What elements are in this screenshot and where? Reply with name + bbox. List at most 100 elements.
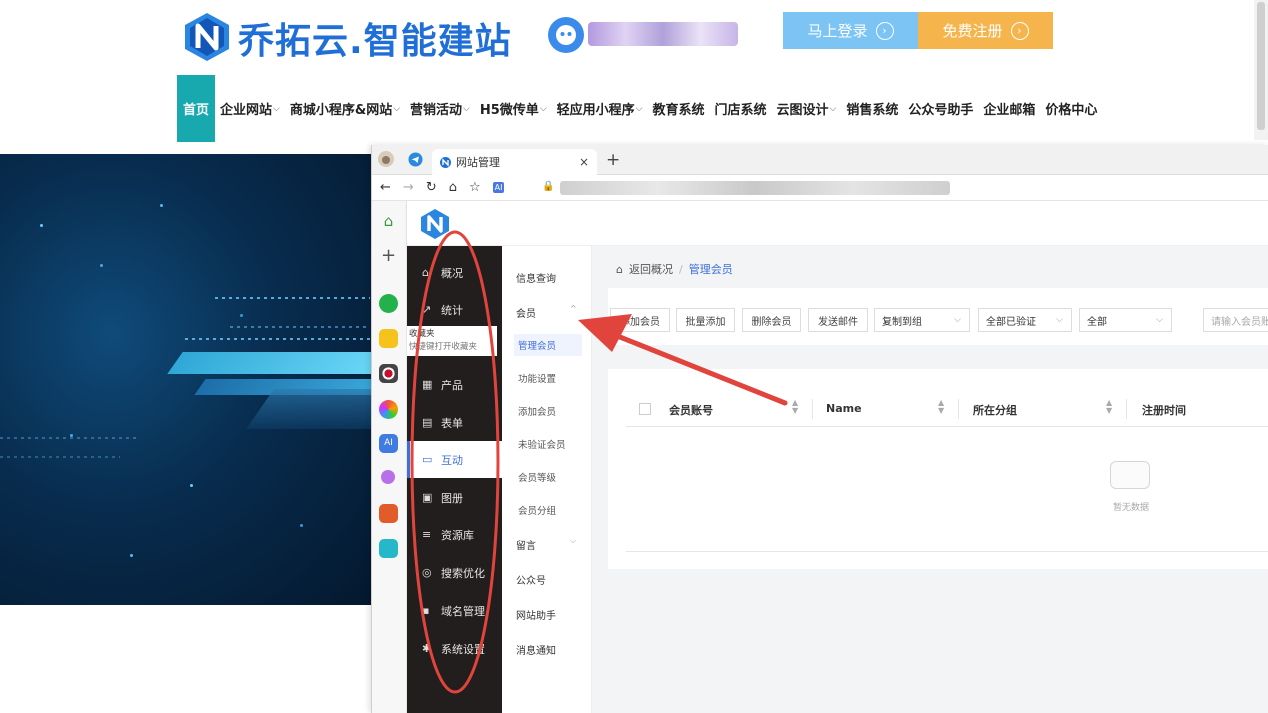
admin-top-bar xyxy=(407,201,1268,246)
nav-label: 首页 xyxy=(183,103,210,118)
sidebar-item-label: 概况 xyxy=(441,266,463,280)
chevron-up-icon[interactable]: ^ xyxy=(570,304,577,313)
send-mail-button[interactable]: 发送邮件 xyxy=(808,308,868,332)
submenu-manage-members[interactable]: 管理会员 xyxy=(514,334,582,356)
submenu-site-assistant[interactable]: 网站助手 xyxy=(516,607,556,622)
copy-to-group-select[interactable]: 复制到组 ⌵ xyxy=(874,308,970,332)
member-search-input[interactable]: 请输入会员账 xyxy=(1203,308,1268,332)
sidebar-item-label: 统计 xyxy=(441,303,463,317)
sidebar-item-interaction[interactable]: ▭ 互动 xyxy=(407,441,502,478)
grid-icon: ▦ xyxy=(422,378,433,391)
submenu-member[interactable]: 会员 xyxy=(516,305,536,320)
home-icon: ⌂ xyxy=(422,266,429,279)
nav-item-education[interactable]: 教育系统 xyxy=(647,75,709,142)
nav-item-mall[interactable]: 商城小程序&网站 ⌵ xyxy=(285,75,405,142)
sort-icon[interactable]: ▲ ▼ xyxy=(792,399,798,415)
sidebar-item-statistics[interactable]: ↗ 统计 xyxy=(407,291,502,328)
submenu-member-levels[interactable]: 会员等级 xyxy=(514,466,582,488)
sidebar-item-label: 图册 xyxy=(441,491,463,505)
sidebar-item-overview[interactable]: ⌂ 概况 xyxy=(407,254,502,291)
bookmark-tooltip-hint: 快捷键打开收藏夹 xyxy=(409,342,478,352)
submenu-messages[interactable]: 留言 xyxy=(516,537,536,552)
sidebar-item-seo[interactable]: ◎ 搜索优化 xyxy=(407,554,502,591)
register-button[interactable]: 免费注册 › xyxy=(918,12,1053,49)
member-table: 会员账号 ▲ ▼ Name ▲ ▼ 所在分组 ▲ ▼ 注册时间 暂无数据 xyxy=(608,369,1268,569)
ai-app-icon[interactable]: AI xyxy=(379,434,398,453)
link-app-icon[interactable] xyxy=(379,294,398,313)
site-logo-icon xyxy=(185,13,229,61)
nav-item-home[interactable]: 首页 xyxy=(177,75,216,142)
home-icon[interactable]: ⌂ xyxy=(379,212,398,231)
back-arrow-icon[interactable]: ← xyxy=(380,180,391,195)
sidebar-item-products[interactable]: ▦ 产品 xyxy=(407,366,502,403)
network-app-icon[interactable] xyxy=(379,364,398,383)
puzzle-app-icon[interactable] xyxy=(379,539,398,558)
add-member-button[interactable]: 添加会员 xyxy=(610,308,670,332)
nav-item-marketing[interactable]: 营销活动 ⌵ xyxy=(405,75,475,142)
column-member-account[interactable]: 会员账号 xyxy=(669,402,713,418)
browser-tab-active[interactable]: 网站管理 × xyxy=(432,149,597,175)
close-tab-icon[interactable]: × xyxy=(579,155,589,169)
select-all-checkbox[interactable] xyxy=(639,403,651,415)
submenu-info-query[interactable]: 信息查询 xyxy=(516,270,556,285)
breadcrumb-back-link[interactable]: 返回概况 xyxy=(629,261,673,277)
nav-item-enterprise-site[interactable]: 企业网站 ⌵ xyxy=(215,75,285,142)
batch-add-button[interactable]: 批量添加 xyxy=(676,308,735,332)
bookmark-tooltip: 收藏夹 快捷键打开收藏夹 xyxy=(407,326,497,356)
sort-icon[interactable]: ▲ ▼ xyxy=(938,399,944,415)
scrollbar-thumb[interactable] xyxy=(1257,2,1265,130)
star-app-icon[interactable] xyxy=(379,329,398,348)
nav-item-store[interactable]: 门店系统 xyxy=(710,75,772,142)
submenu-notifications[interactable]: 消息通知 xyxy=(516,642,556,657)
breadcrumb-current: 管理会员 xyxy=(688,263,733,276)
address-field-redacted[interactable] xyxy=(560,181,950,195)
column-name[interactable]: Name xyxy=(826,402,862,415)
game-app-icon[interactable] xyxy=(379,504,398,523)
nav-label: 轻应用小程序 xyxy=(556,103,635,118)
sort-icon[interactable]: ▲ ▼ xyxy=(1106,399,1112,415)
nav-item-h5[interactable]: H5微传单 ⌵ xyxy=(475,75,552,142)
service-phone-icon xyxy=(548,17,584,53)
chat-bot-app-icon[interactable] xyxy=(381,470,395,484)
submenu-add-member[interactable]: 添加会员 xyxy=(514,400,582,422)
add-icon[interactable]: + xyxy=(379,247,398,266)
column-register-time[interactable]: 注册时间 xyxy=(1142,402,1186,418)
telegram-icon[interactable] xyxy=(408,152,423,167)
sidebar-item-resources[interactable]: ≡ 资源库 xyxy=(407,516,502,553)
verify-filter-select[interactable]: 全部已验证 ⌵ xyxy=(978,308,1072,332)
delete-member-button[interactable]: 删除会员 xyxy=(742,308,801,332)
site-favicon-icon xyxy=(440,156,451,168)
nav-label: 门店系统 xyxy=(714,103,767,118)
home-icon: ⌂ xyxy=(616,262,623,276)
sidebar-item-label: 表单 xyxy=(441,416,463,430)
tab-title: 网站管理 xyxy=(456,156,500,169)
favorites-star-icon[interactable]: ☆ xyxy=(469,180,481,195)
ai-color-app-icon[interactable] xyxy=(379,400,398,419)
admin-logo-icon[interactable] xyxy=(420,208,450,240)
submenu-member-groups[interactable]: 会员分组 xyxy=(514,499,582,521)
submenu-official-account[interactable]: 公众号 xyxy=(516,572,546,587)
submenu-feature-settings[interactable]: 功能设置 xyxy=(514,367,582,389)
column-group[interactable]: 所在分组 xyxy=(973,402,1017,418)
login-button[interactable]: 马上登录 › xyxy=(783,12,918,49)
sidebar-item-domain[interactable]: ▪ 域名管理 xyxy=(407,592,502,629)
sidebar-item-album[interactable]: ▣ 图册 xyxy=(407,479,502,516)
reload-icon[interactable]: ↻ xyxy=(426,180,437,195)
column-divider xyxy=(812,399,813,419)
submenu-unverified-members[interactable]: 未验证会员 xyxy=(514,433,582,455)
nav-item-cloud-design[interactable]: 云图设计 ⌵ xyxy=(772,75,842,142)
forward-arrow-icon[interactable]: → xyxy=(403,180,414,195)
all-filter-select[interactable]: 全部 ⌵ xyxy=(1079,308,1172,332)
nav-item-light-app[interactable]: 轻应用小程序 ⌵ xyxy=(552,75,648,142)
nav-item-official-account[interactable]: 公众号助手 xyxy=(903,75,978,142)
ai-assistant-icon[interactable]: AI xyxy=(492,182,505,193)
home-icon[interactable]: ⌂ xyxy=(449,180,457,195)
new-tab-icon[interactable]: + xyxy=(606,150,620,170)
nav-item-sales[interactable]: 销售系统 xyxy=(841,75,903,142)
sidebar-item-settings[interactable]: ✱ 系统设置 xyxy=(407,630,502,667)
chevron-down-icon[interactable]: ⌵ xyxy=(570,536,576,546)
sidebar-item-forms[interactable]: ▤ 表单 xyxy=(407,404,502,441)
nav-item-email[interactable]: 企业邮箱 xyxy=(978,75,1040,142)
nav-item-pricing[interactable]: 价格中心 xyxy=(1040,75,1102,142)
browser-profile-icon[interactable] xyxy=(377,150,395,168)
